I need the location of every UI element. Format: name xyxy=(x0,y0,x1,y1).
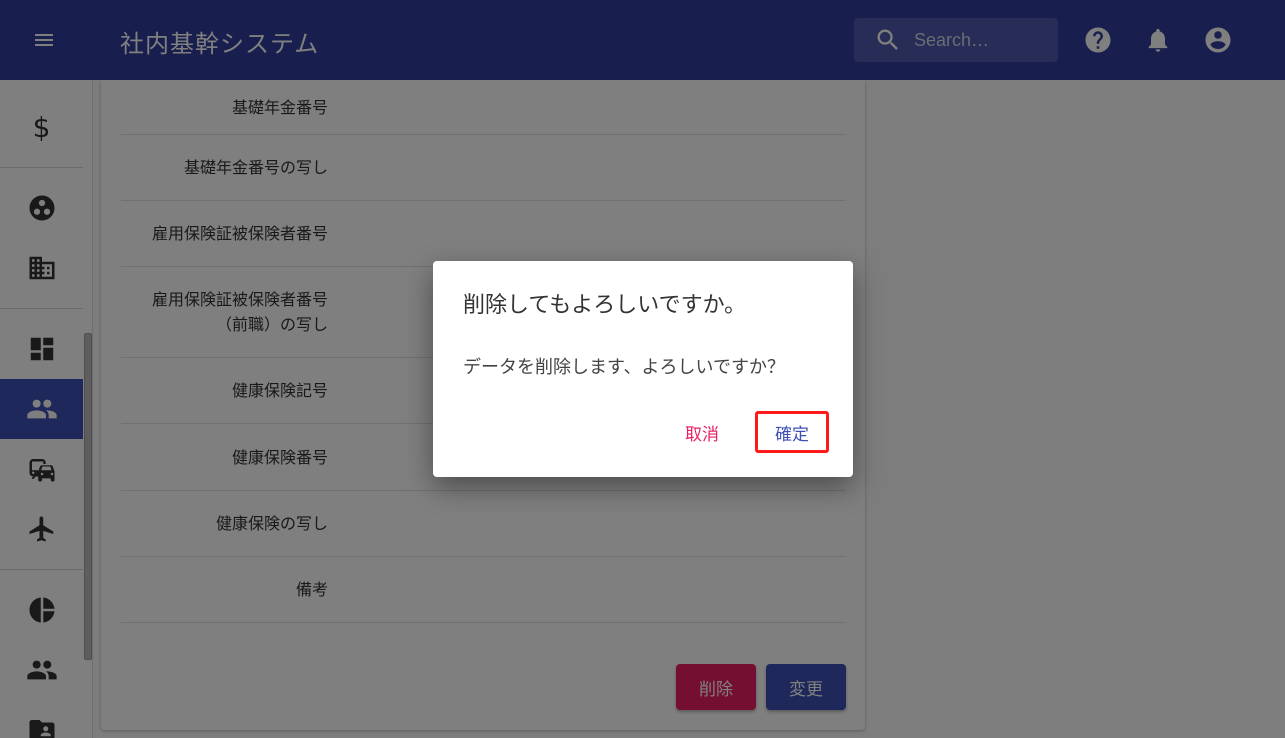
cancel-button[interactable]: 取消 xyxy=(669,411,735,453)
dialog-title: 削除してもよろしいですか。 xyxy=(463,293,747,318)
confirm-button[interactable]: 確定 xyxy=(755,411,829,453)
dialog-message: データを削除します、よろしいですか？ xyxy=(463,357,786,378)
confirm-delete-dialog: 削除してもよろしいですか。 データを削除します、よろしいですか？ 取消 確定 xyxy=(433,261,853,477)
